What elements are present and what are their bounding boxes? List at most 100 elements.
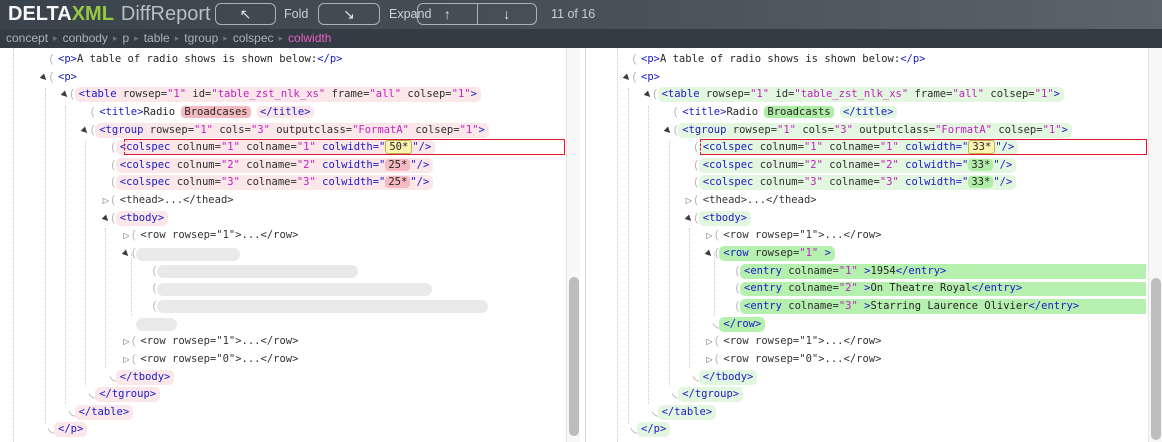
indent-guide	[105, 228, 106, 368]
next-diff-button[interactable]: ↓	[477, 4, 537, 24]
indent-guide	[65, 106, 66, 404]
right-scrollbar-thumb[interactable]	[1151, 278, 1161, 440]
fold-handle[interactable]: (	[91, 104, 95, 122]
fold-handle[interactable]: (	[111, 210, 115, 228]
attr-value: "1"	[799, 247, 818, 259]
fold-handle[interactable]: (	[633, 51, 637, 69]
attr-value: "3"	[804, 176, 823, 188]
xml-tag: <colspec	[703, 159, 754, 171]
logo-product: DiffReport	[121, 3, 211, 25]
fold-handle[interactable]: (	[111, 192, 115, 210]
breadcrumb-item-table[interactable]: table	[144, 31, 170, 45]
expand-toggle-icon[interactable]: ▷	[123, 351, 129, 369]
expand-toggle-icon[interactable]: ▷	[103, 192, 109, 210]
fold-handle[interactable]: (	[715, 351, 719, 369]
fold-handle[interactable]: (	[674, 122, 678, 140]
xml-tag: colwidth="	[316, 176, 386, 188]
code-token: rowsep=	[143, 124, 194, 136]
fold-handle[interactable]: (	[153, 298, 157, 316]
fold-handle[interactable]: (	[633, 69, 637, 87]
title-bar: DELTAXMLDiffReport ↖ Fold ↘ Expand ↑ ↓ 1…	[0, 0, 1162, 29]
fold-handle[interactable]: (	[132, 333, 136, 351]
fold-handle[interactable]: (	[50, 69, 54, 87]
right-pane-scrollbar[interactable]	[1148, 48, 1162, 442]
expand-toggle-icon[interactable]: ▷	[706, 333, 712, 351]
code-text: <row rowsep="1">...</row>	[723, 334, 881, 349]
code-text: <row rowsep="1" >	[723, 246, 835, 261]
code-text: <tbody>	[120, 211, 168, 226]
fold-handle[interactable]: (	[153, 280, 157, 298]
left-pane-scrollbar[interactable]	[566, 48, 580, 442]
fold-handle[interactable]: (	[674, 104, 678, 122]
code-line: ▷(<row rowsep="0">...</row>	[0, 351, 581, 369]
xml-tag: "/>	[993, 159, 1012, 171]
fold-handle[interactable]: (	[132, 351, 136, 369]
breadcrumb-separator-icon: ▸	[223, 33, 228, 43]
fold-handle[interactable]: (	[694, 139, 698, 157]
fold-handle[interactable]: (	[694, 157, 698, 175]
fold-button[interactable]: ↖	[215, 3, 276, 25]
fold-handle[interactable]: (	[694, 192, 698, 210]
xml-tag: </title>	[257, 106, 314, 118]
code-text: <entry colname="1" >1954</entry>	[744, 264, 946, 279]
attr-value: "1"	[799, 335, 818, 347]
fold-handle[interactable]: (	[715, 333, 719, 351]
fold-handle[interactable]: (	[153, 263, 157, 281]
fold-handle[interactable]: (	[715, 227, 719, 245]
expand-toggle-icon[interactable]: ▷	[686, 192, 692, 210]
fold-handle[interactable]: (	[715, 245, 719, 263]
xml-tag: <colspec	[120, 141, 171, 153]
code-line: ▶(<tbody>	[0, 210, 581, 228]
breadcrumb-item-p[interactable]: p	[122, 31, 129, 45]
fold-handle[interactable]: (	[132, 245, 136, 263]
breadcrumb-item-conbody[interactable]: conbody	[63, 31, 108, 45]
fold-handle[interactable]: (	[694, 210, 698, 228]
fold-handle[interactable]: (	[111, 174, 115, 192]
fold-handle[interactable]: (	[111, 139, 115, 157]
expand-toggle-icon[interactable]: ▷	[706, 227, 712, 245]
code-text: </tbody>	[703, 370, 758, 385]
left-scrollbar-thumb[interactable]	[569, 277, 579, 436]
expand-toggle-icon[interactable]: ▷	[706, 351, 712, 369]
code-token: colname=	[240, 159, 297, 171]
code-text: <entry colname="3" >Starring Laurence Ol…	[744, 299, 1079, 314]
xml-tag: colwidth="	[899, 141, 969, 153]
code-token: colname=	[823, 176, 880, 188]
fold-handle[interactable]: (	[111, 157, 115, 175]
xml-tag: </row>	[723, 318, 761, 330]
breadcrumb-item-colspec[interactable]: colspec	[233, 31, 274, 45]
diff-counter: 11 of 16	[551, 0, 595, 29]
fold-handle[interactable]: (	[70, 86, 74, 104]
code-line: (	[0, 298, 581, 316]
breadcrumb-item-tgroup[interactable]: tgroup	[184, 31, 218, 45]
fold-handle[interactable]: (	[653, 86, 657, 104]
xml-tag: "/>	[410, 176, 429, 188]
attr-value: "all"	[369, 88, 401, 100]
fold-handle[interactable]: (	[132, 227, 136, 245]
code-line: ( <entry colname="3" >Starring Laurence O…	[588, 298, 1162, 316]
code-token: <row rowsep=	[140, 353, 216, 365]
expand-toggle-icon[interactable]: ▷	[123, 227, 129, 245]
arrow-down-right-icon: ↘	[343, 6, 355, 22]
new-document-pane: (<p>A table of radio shows is shown belo…	[588, 48, 1162, 442]
fold-handle[interactable]: (	[736, 280, 740, 298]
fold-handle[interactable]: (	[736, 263, 740, 281]
expand-button[interactable]: ↘	[318, 3, 380, 25]
xml-tag: <entry	[744, 265, 782, 277]
code-token: >...</row>	[818, 335, 881, 347]
fold-handle[interactable]: (	[736, 298, 740, 316]
xml-tag: "/>	[412, 141, 431, 153]
fold-handle[interactable]: (	[694, 174, 698, 192]
breadcrumb-item-concept[interactable]: concept	[6, 31, 48, 45]
breadcrumb-item-current[interactable]: colwidth	[288, 31, 331, 45]
breadcrumb-separator-icon: ▸	[134, 33, 139, 43]
fold-handle[interactable]: (	[91, 122, 95, 140]
previous-diff-button[interactable]: ↑	[418, 4, 477, 24]
code-token: colname=	[823, 141, 880, 153]
code-line: (</tbody>	[0, 369, 581, 387]
code-token: >...</row>	[235, 335, 298, 347]
xml-tag: <p>	[641, 53, 660, 65]
fold-handle[interactable]: (	[50, 51, 54, 69]
expand-toggle-icon[interactable]: ▷	[123, 333, 129, 351]
attr-value: "2"	[297, 159, 316, 171]
